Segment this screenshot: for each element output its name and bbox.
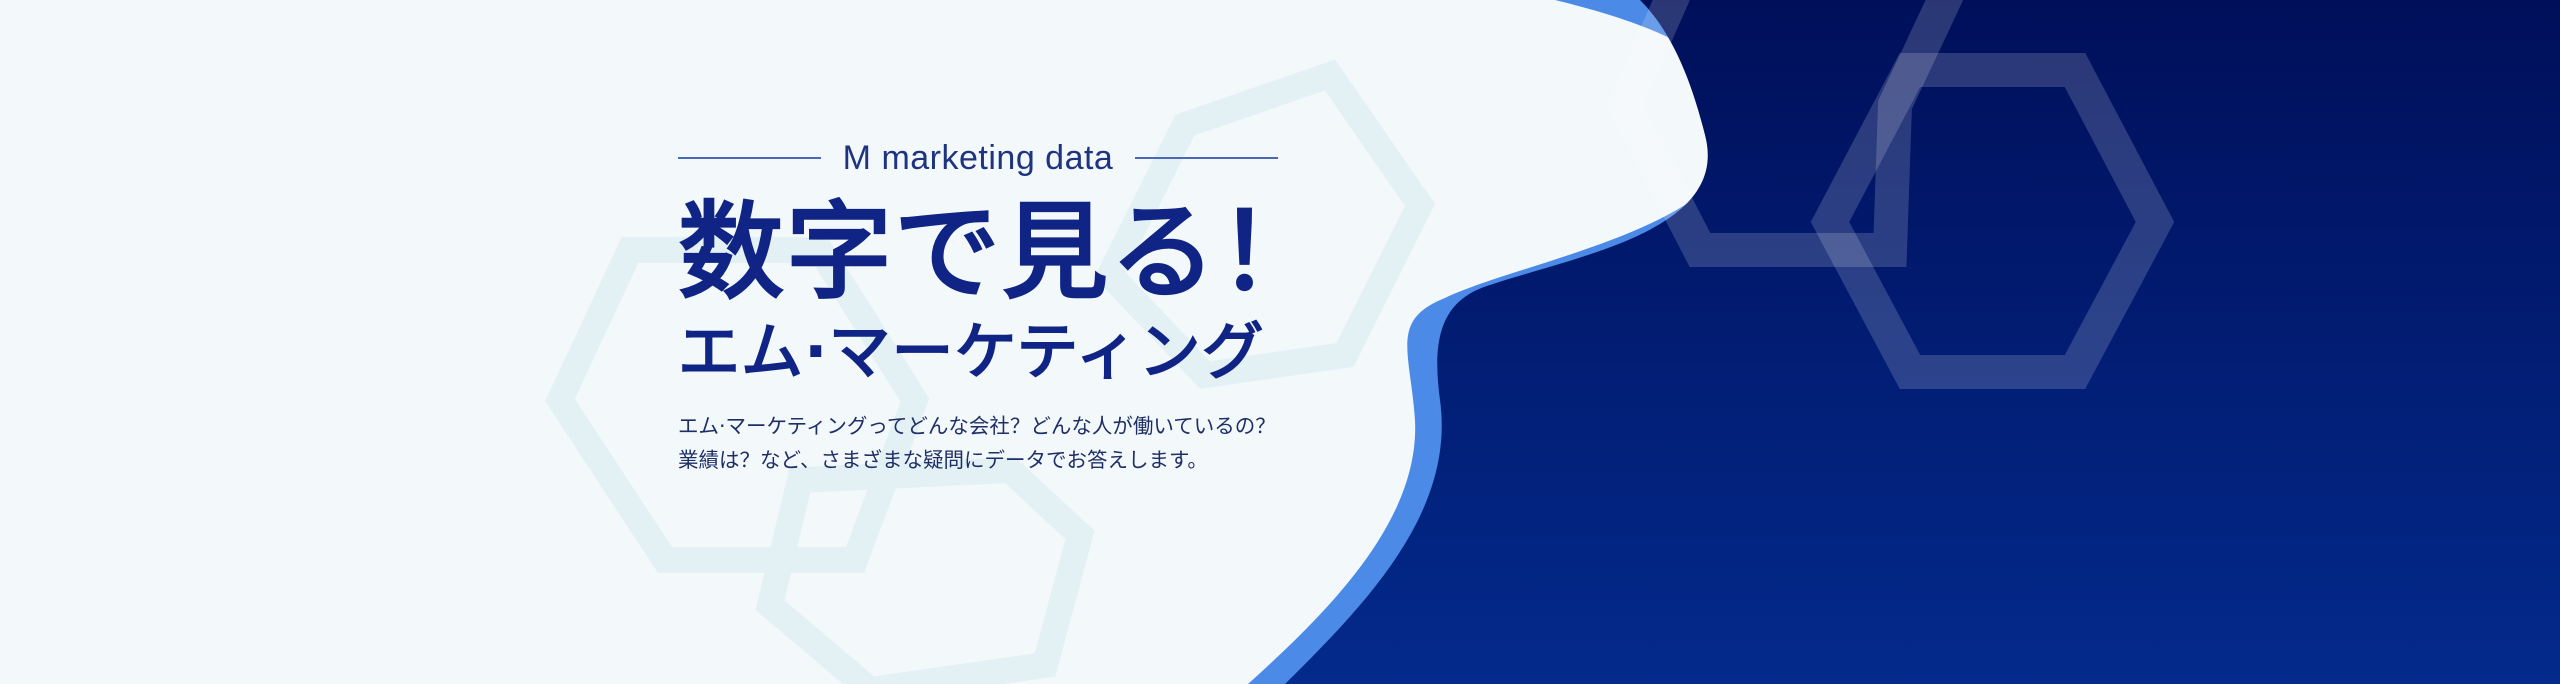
eyebrow: M marketing data — [678, 128, 1279, 188]
description-line-1: エム·マーケティングってどんな会社？どんな人が働いているの？ — [678, 413, 1276, 438]
eyebrow-rule-left — [678, 157, 821, 159]
banner-description: エム·マーケティングってどんな会社？どんな人が働いているの？ 業績は？など、さま… — [678, 410, 1278, 478]
banner-content: M marketing data 数字で見る！ エム·マーケティング エム·マー… — [678, 128, 1326, 478]
banner-subtitle: エム·マーケティング — [678, 315, 1265, 389]
eyebrow-label: M marketing data — [842, 138, 1114, 177]
description-line-2: 業績は？など、さまざまな疑問にデータでお答えします。 — [678, 447, 1208, 472]
eyebrow-rule-right — [1135, 157, 1279, 159]
banner-background — [0, 0, 2560, 684]
hero-banner: M marketing data 数字で見る！ エム·マーケティング エム·マー… — [0, 0, 2560, 684]
banner-title: 数字で見る！ — [678, 191, 1326, 314]
